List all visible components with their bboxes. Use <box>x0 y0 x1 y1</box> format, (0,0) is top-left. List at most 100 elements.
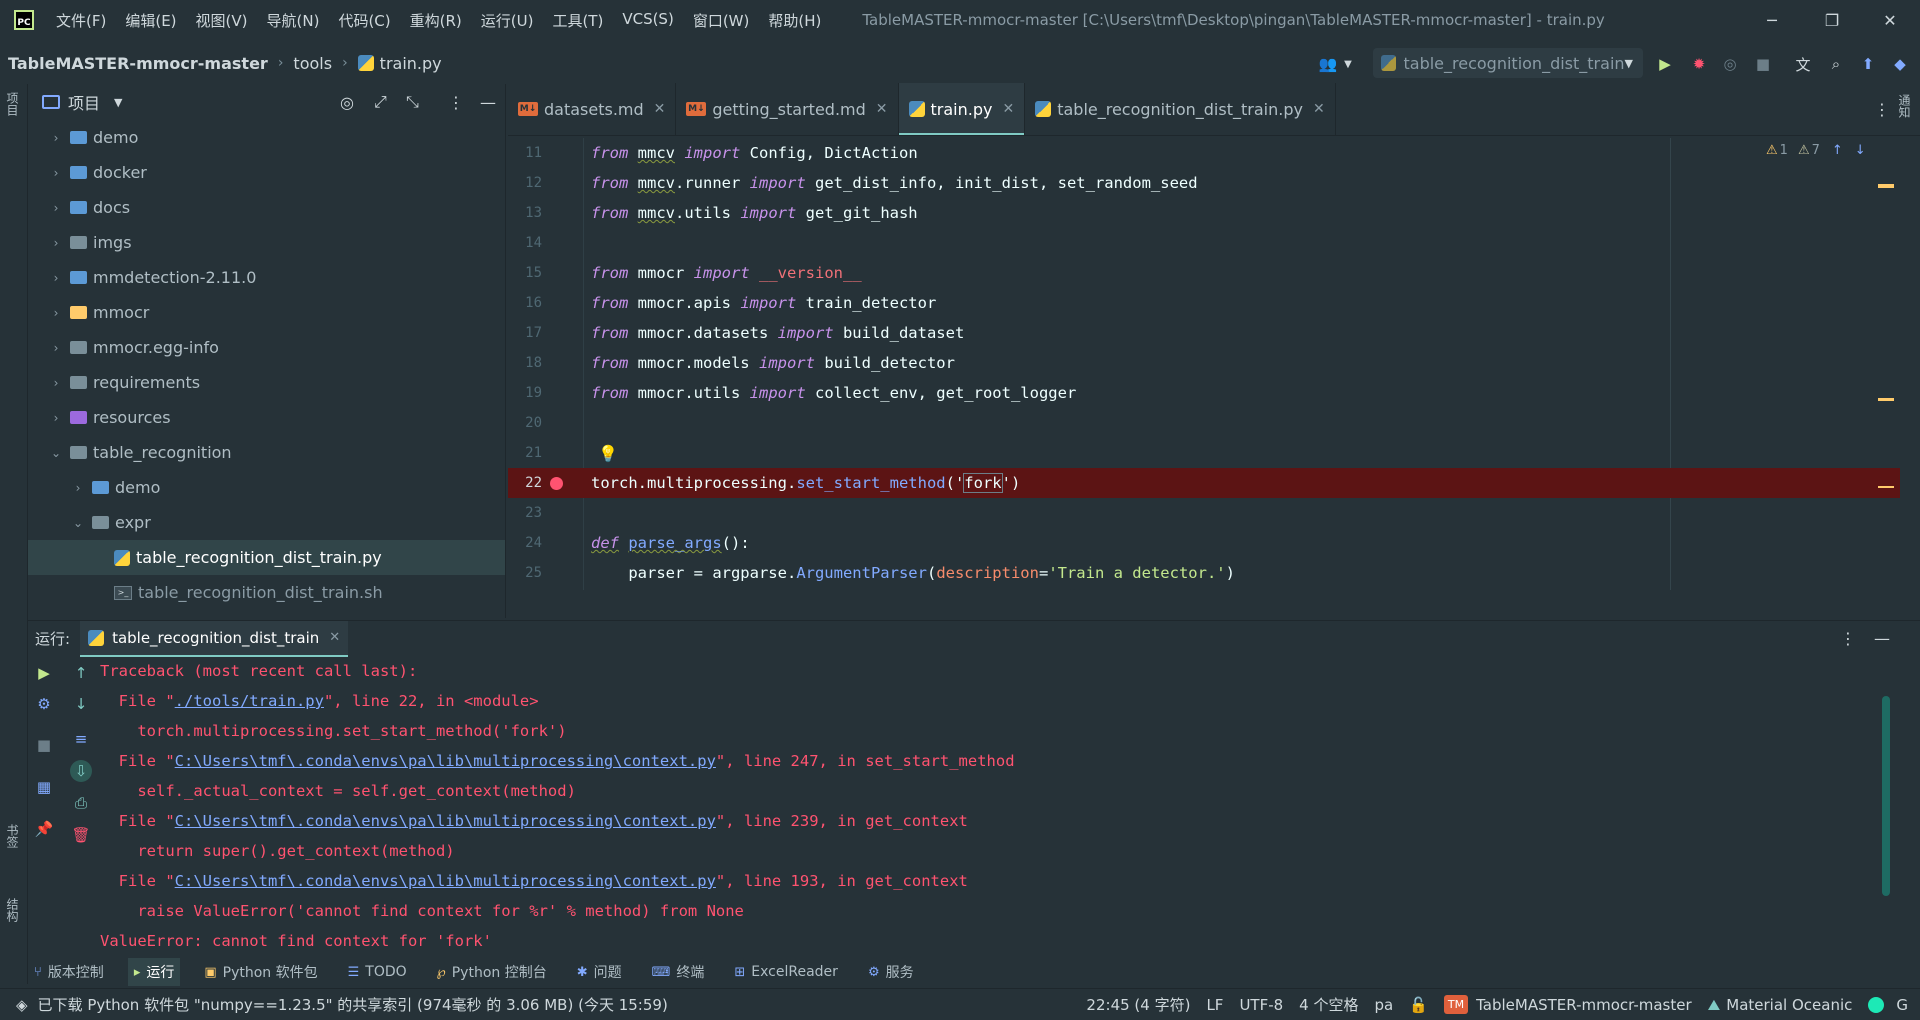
tree-item[interactable]: table_recognition_dist_train.py <box>28 540 505 575</box>
stop-icon[interactable]: ■ <box>1753 54 1773 74</box>
run-console-output[interactable]: Traceback (most recent call last): File … <box>100 656 1880 956</box>
project-panel-title[interactable]: 项目 <box>68 90 100 114</box>
breadcrumb-file[interactable]: train.py <box>380 54 442 73</box>
print-icon[interactable]: ⎙ <box>70 792 92 814</box>
users-icon[interactable]: 👥 <box>1318 54 1338 74</box>
bottom-tool-2[interactable]: ▣ Python 软件包 <box>198 958 323 986</box>
close-tab-icon[interactable]: ✕ <box>1002 101 1014 117</box>
stop-icon[interactable]: ■ <box>33 734 55 756</box>
trash-icon[interactable]: 🗑 <box>70 824 92 846</box>
theme-name[interactable]: Material Oceanic <box>1726 996 1852 1014</box>
tree-item[interactable]: › demo <box>28 470 505 505</box>
tree-item[interactable]: >_ table_recognition_dist_train.sh <box>28 575 505 610</box>
tab-getting-started-md[interactable]: M↓ getting_started.md ✕ <box>676 83 899 135</box>
close-tab-icon[interactable]: ✕ <box>876 101 888 117</box>
bottom-tool-0[interactable]: ⑂ 版本控制 <box>28 958 110 986</box>
structure-tool-button[interactable]: 结构 <box>4 898 21 922</box>
bottom-tool-6[interactable]: ⌨ 终端 <box>646 958 711 986</box>
file-encoding[interactable]: UTF-8 <box>1239 996 1283 1014</box>
hide-panel-icon[interactable]: — <box>480 93 496 112</box>
coverage-icon[interactable]: ◎ <box>1720 54 1740 74</box>
file-link[interactable]: C:\Users\tmf\.conda\envs\pa\lib\multipro… <box>175 812 716 830</box>
run-configuration-select[interactable]: table_recognition_dist_train ▼ <box>1373 48 1643 78</box>
menu-vcs[interactable]: VCS(S) <box>622 10 673 31</box>
chevron-right-icon[interactable]: › <box>48 131 64 145</box>
rerun-icon[interactable]: ▶ <box>33 662 55 684</box>
menu-file[interactable]: 文件(F) <box>56 10 106 31</box>
pin-icon[interactable]: 📌 <box>33 818 55 840</box>
tree-item[interactable]: › imgs <box>28 225 505 260</box>
tree-item[interactable]: ⌄ expr <box>28 505 505 540</box>
chevron-right-icon[interactable]: › <box>48 306 64 320</box>
status-indicator-icon[interactable] <box>1868 996 1885 1013</box>
more-options-icon[interactable]: ⋮ <box>448 93 464 112</box>
menu-window[interactable]: 窗口(W) <box>693 10 750 31</box>
run-icon[interactable]: ▶ <box>1655 54 1675 74</box>
collapse-all-icon[interactable]: ⤡ <box>406 92 419 112</box>
update-icon[interactable]: ⬆ <box>1858 54 1878 74</box>
bottom-tool-1[interactable]: ▸ 运行 <box>127 958 181 986</box>
breakpoint-icon[interactable] <box>550 476 563 490</box>
settings-icon[interactable]: ⚙ <box>33 693 55 715</box>
menu-view[interactable]: 视图(V) <box>196 10 248 31</box>
indent-setting[interactable]: 4 个空格 <box>1299 994 1358 1015</box>
translate-icon[interactable]: 文 <box>1793 54 1813 74</box>
expand-all-icon[interactable]: ⤢ <box>374 92 387 112</box>
line-separator[interactable]: LF <box>1206 996 1223 1014</box>
chevron-down-icon[interactable]: ▼ <box>114 96 122 109</box>
hide-panel-icon[interactable]: — <box>1874 629 1890 648</box>
menu-edit[interactable]: 编辑(E) <box>125 10 176 31</box>
bottom-tool-8[interactable]: ⚙ 服务 <box>862 958 920 986</box>
tab-datasets-md[interactable]: M↓ datasets.md ✕ <box>508 83 677 135</box>
tree-item[interactable]: › requirements <box>28 365 505 400</box>
tree-item[interactable]: › mmocr.egg-info <box>28 330 505 365</box>
menu-run[interactable]: 运行(U) <box>481 10 534 31</box>
menu-navigate[interactable]: 导航(N) <box>267 10 320 31</box>
chevron-right-icon[interactable]: › <box>48 271 64 285</box>
tree-item[interactable]: › demo <box>28 120 505 155</box>
menu-refactor[interactable]: 重构(R) <box>410 10 462 31</box>
chevron-right-icon[interactable]: › <box>48 166 64 180</box>
scroll-to-end-icon[interactable]: ⇩ <box>70 760 92 782</box>
chevron-right-icon[interactable]: › <box>48 236 64 250</box>
caret-position[interactable]: 22:45 (4 字符) <box>1086 994 1190 1015</box>
plugin-icon[interactable]: ◆ <box>1890 54 1910 74</box>
tree-item[interactable]: ⌄ table_recognition <box>28 435 505 470</box>
chevron-right-icon[interactable]: › <box>48 411 64 425</box>
breadcrumb-project[interactable]: TableMASTER-mmocr-master <box>8 54 268 73</box>
file-link[interactable]: ./tools/train.py <box>175 692 324 710</box>
chevron-right-icon[interactable]: › <box>48 341 64 355</box>
close-tab-icon[interactable]: ✕ <box>1313 101 1325 117</box>
menu-code[interactable]: 代码(C) <box>338 10 390 31</box>
layout-icon[interactable]: ▦ <box>33 776 55 798</box>
run-tab[interactable]: table_recognition_dist_train ✕ <box>80 620 349 657</box>
locate-icon[interactable]: ◎ <box>340 93 354 112</box>
debug-icon[interactable]: ✹ <box>1689 54 1709 74</box>
python-interpreter[interactable]: pa <box>1374 996 1393 1014</box>
chevron-right-icon[interactable]: › <box>48 201 64 215</box>
bottom-tool-5[interactable]: ✱ 问题 <box>571 958 628 986</box>
chevron-right-icon[interactable]: › <box>48 376 64 390</box>
lock-icon[interactable]: 🔓 <box>1409 996 1428 1014</box>
bottom-tool-7[interactable]: ⊞ ExcelReader <box>728 958 844 986</box>
minimize-button[interactable]: ─ <box>1742 0 1802 40</box>
soft-wrap-icon[interactable]: ≡ <box>70 728 92 750</box>
close-tab-icon[interactable]: ✕ <box>329 630 340 645</box>
tab-train-py[interactable]: train.py ✕ <box>898 83 1026 135</box>
tab-table-recognition-dist-train-py[interactable]: table_recognition_dist_train.py ✕ <box>1025 83 1336 135</box>
more-tabs-icon[interactable]: ⋮ <box>1874 100 1890 119</box>
close-tab-icon[interactable]: ✕ <box>654 101 666 117</box>
menu-help[interactable]: 帮助(H) <box>768 10 821 31</box>
chevron-down-icon[interactable]: ▼ <box>1338 54 1358 74</box>
tree-item[interactable]: › mmocr <box>28 295 505 330</box>
arrow-up-icon[interactable]: ↑ <box>70 662 92 684</box>
breadcrumb-folder[interactable]: tools <box>293 54 332 73</box>
bottom-tool-4[interactable]: ℘ Python 控制台 <box>431 958 553 986</box>
project-name[interactable]: TableMASTER-mmocr-master <box>1476 996 1692 1014</box>
close-window-button[interactable]: ✕ <box>1860 0 1920 40</box>
chevron-right-icon[interactable]: › <box>70 481 86 495</box>
bottom-tool-3[interactable]: ☰ TODO <box>342 958 413 986</box>
layers-icon[interactable]: ◈ <box>16 996 28 1014</box>
chevron-down-icon[interactable]: ⌄ <box>70 516 86 530</box>
bookmarks-tool-button[interactable]: 书签 <box>4 824 21 848</box>
